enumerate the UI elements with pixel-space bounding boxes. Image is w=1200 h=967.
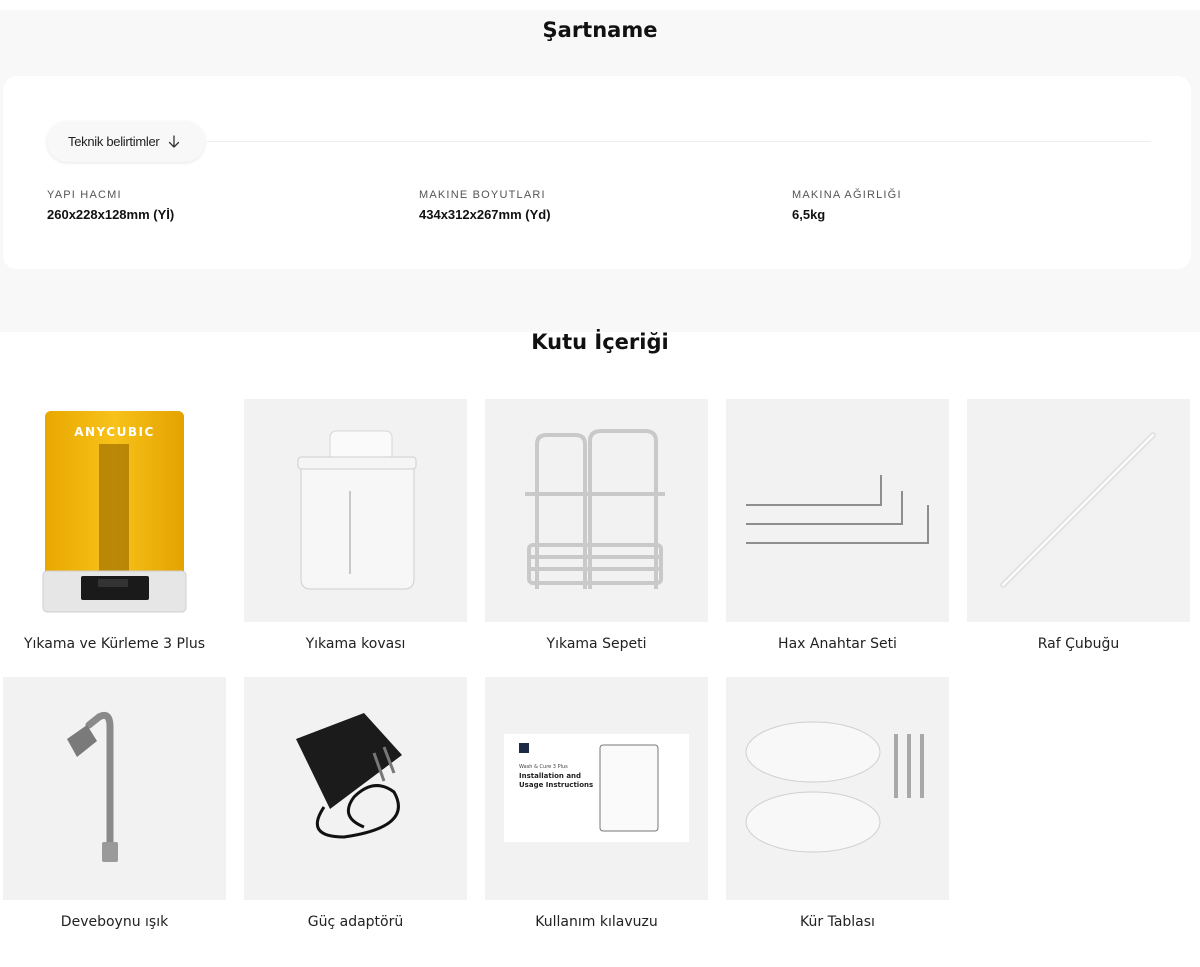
box-item-caption: Hax Anahtar Seti — [778, 636, 897, 652]
box-item-caption: Yıkama kovası — [305, 636, 406, 652]
box-item-wash-cure-machine: ANYCUBIC Yıkama ve Kürleme 3 Plus — [3, 399, 226, 652]
spec-build-volume: YAPI HACMI 260x228x128mm (Yİ) — [47, 189, 174, 222]
spec-label: MAKINE BOYUTLARI — [419, 189, 546, 201]
box-item-wash-bucket: Yıkama kovası — [244, 399, 467, 652]
box-item-hex-key-set: Hax Anahtar Seti — [726, 399, 949, 652]
box-item-shelf-rod: Raf Çubuğu — [967, 399, 1190, 652]
curing-turntable-image — [726, 677, 949, 900]
box-item-caption: Kür Tablası — [800, 914, 875, 930]
box-item-wash-basket: Yıkama Sepeti — [485, 399, 708, 652]
spec-value: 260x228x128mm (Yİ) — [47, 207, 175, 222]
wash-cure-machine-image: ANYCUBIC — [3, 399, 226, 622]
box-item-caption: Güç adaptörü — [307, 914, 404, 930]
spec-value: 434x312x267mm (Yd) — [419, 207, 551, 222]
hex-key-set-image — [726, 399, 949, 622]
box-item-caption: Deveboynu ışık — [60, 914, 169, 930]
wash-bucket-image — [244, 399, 467, 622]
box-contents-title: Kutu İçeriği — [531, 330, 669, 354]
user-manual-image: Wash & Cure 3 Plus Installation and Usag… — [485, 677, 708, 900]
spec-title: Şartname — [542, 18, 658, 42]
spec-machine-weight: MAKINA AĞIRLIĞI 6,5kg — [792, 189, 902, 222]
box-item-caption: Kullanım kılavuzu — [535, 914, 658, 930]
brand-logo-text: ANYCUBIC — [74, 425, 155, 439]
wash-basket-image — [485, 399, 708, 622]
spec-label: YAPI HACMI — [47, 189, 122, 201]
manual-product-text: Wash & Cure 3 Plus — [519, 764, 568, 770]
box-item-gooseneck-light: Deveboynu ışık — [3, 677, 226, 930]
gooseneck-light-image — [3, 677, 226, 900]
arrow-down-icon — [169, 134, 180, 148]
shelf-rod-image — [967, 399, 1190, 622]
spec-section: Şartname Teknik belirtimler YAPI HACMI 2… — [0, 10, 1200, 332]
tab-technical-specs-label: Teknik belirtimler — [68, 134, 160, 149]
spec-card: Teknik belirtimler YAPI HACMI 260x228x12… — [3, 76, 1191, 269]
tab-technical-specs[interactable]: Teknik belirtimler — [47, 121, 205, 162]
tab-divider — [207, 141, 1151, 142]
box-item-caption: Raf Çubuğu — [1037, 636, 1120, 652]
spec-machine-dimensions: MAKINE BOYUTLARI 434x312x267mm (Yd) — [419, 189, 551, 222]
box-item-user-manual: Wash & Cure 3 Plus Installation and Usag… — [485, 677, 708, 930]
spec-value: 6,5kg — [792, 207, 826, 222]
power-adapter-image — [244, 677, 467, 900]
box-item-caption: Yıkama ve Kürleme 3 Plus — [23, 636, 206, 652]
manual-title-line1: Installation and — [519, 772, 581, 780]
manual-title-line2: Usage Instructions — [519, 781, 593, 789]
box-item-curing-turntable: Kür Tablası — [726, 677, 949, 930]
spec-label: MAKINA AĞIRLIĞI — [792, 189, 902, 201]
box-item-power-adapter: Güç adaptörü — [244, 677, 467, 930]
box-item-caption: Yıkama Sepeti — [546, 636, 647, 652]
